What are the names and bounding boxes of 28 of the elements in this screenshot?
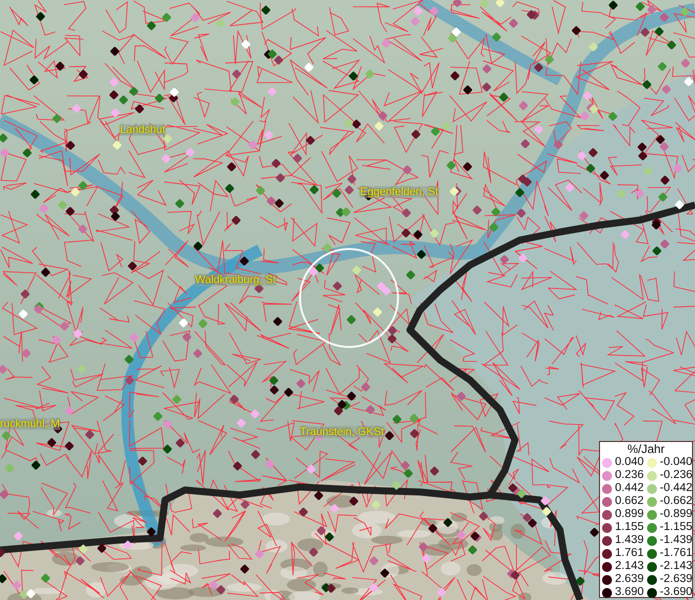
legend-value: 0.236 [615, 469, 644, 482]
legend-value: 2.639 [615, 573, 644, 586]
legend-value: 0.662 [615, 495, 644, 508]
legend-value: -3.690 [660, 586, 692, 599]
legend-value: -1.155 [660, 521, 692, 534]
legend-value: -0.442 [660, 482, 692, 495]
place-label: Eggenfelden, St [360, 186, 438, 198]
place-label: Landshut [120, 124, 166, 136]
legend-value: -2.639 [660, 573, 692, 586]
place-label: ruckmühl, M [0, 418, 60, 430]
legend-title: %/Jahr [626, 443, 666, 456]
legend-value: -1.439 [660, 534, 692, 547]
legend-value: 3.690 [615, 586, 644, 599]
legend-value: -0.662 [660, 495, 692, 508]
legend-value: -0.899 [660, 508, 692, 521]
legend-value: 0.442 [615, 482, 644, 495]
legend-value: 0.899 [615, 508, 644, 521]
legend-value: 0.040 [615, 456, 644, 469]
legend-value: -1.761 [660, 547, 692, 560]
legend-value: 1.761 [615, 547, 644, 560]
place-label: Waldkraiburg, St [195, 274, 276, 286]
legend-value: -0.236 [660, 469, 692, 482]
legend-value: 1.439 [615, 534, 644, 547]
legend-value: 2.143 [615, 560, 644, 573]
legend-value: -2.143 [660, 560, 692, 573]
legend-value: 1.155 [615, 521, 644, 534]
place-label: Traunstein, GKSt [300, 426, 384, 438]
legend-value: -0.040 [660, 456, 692, 469]
